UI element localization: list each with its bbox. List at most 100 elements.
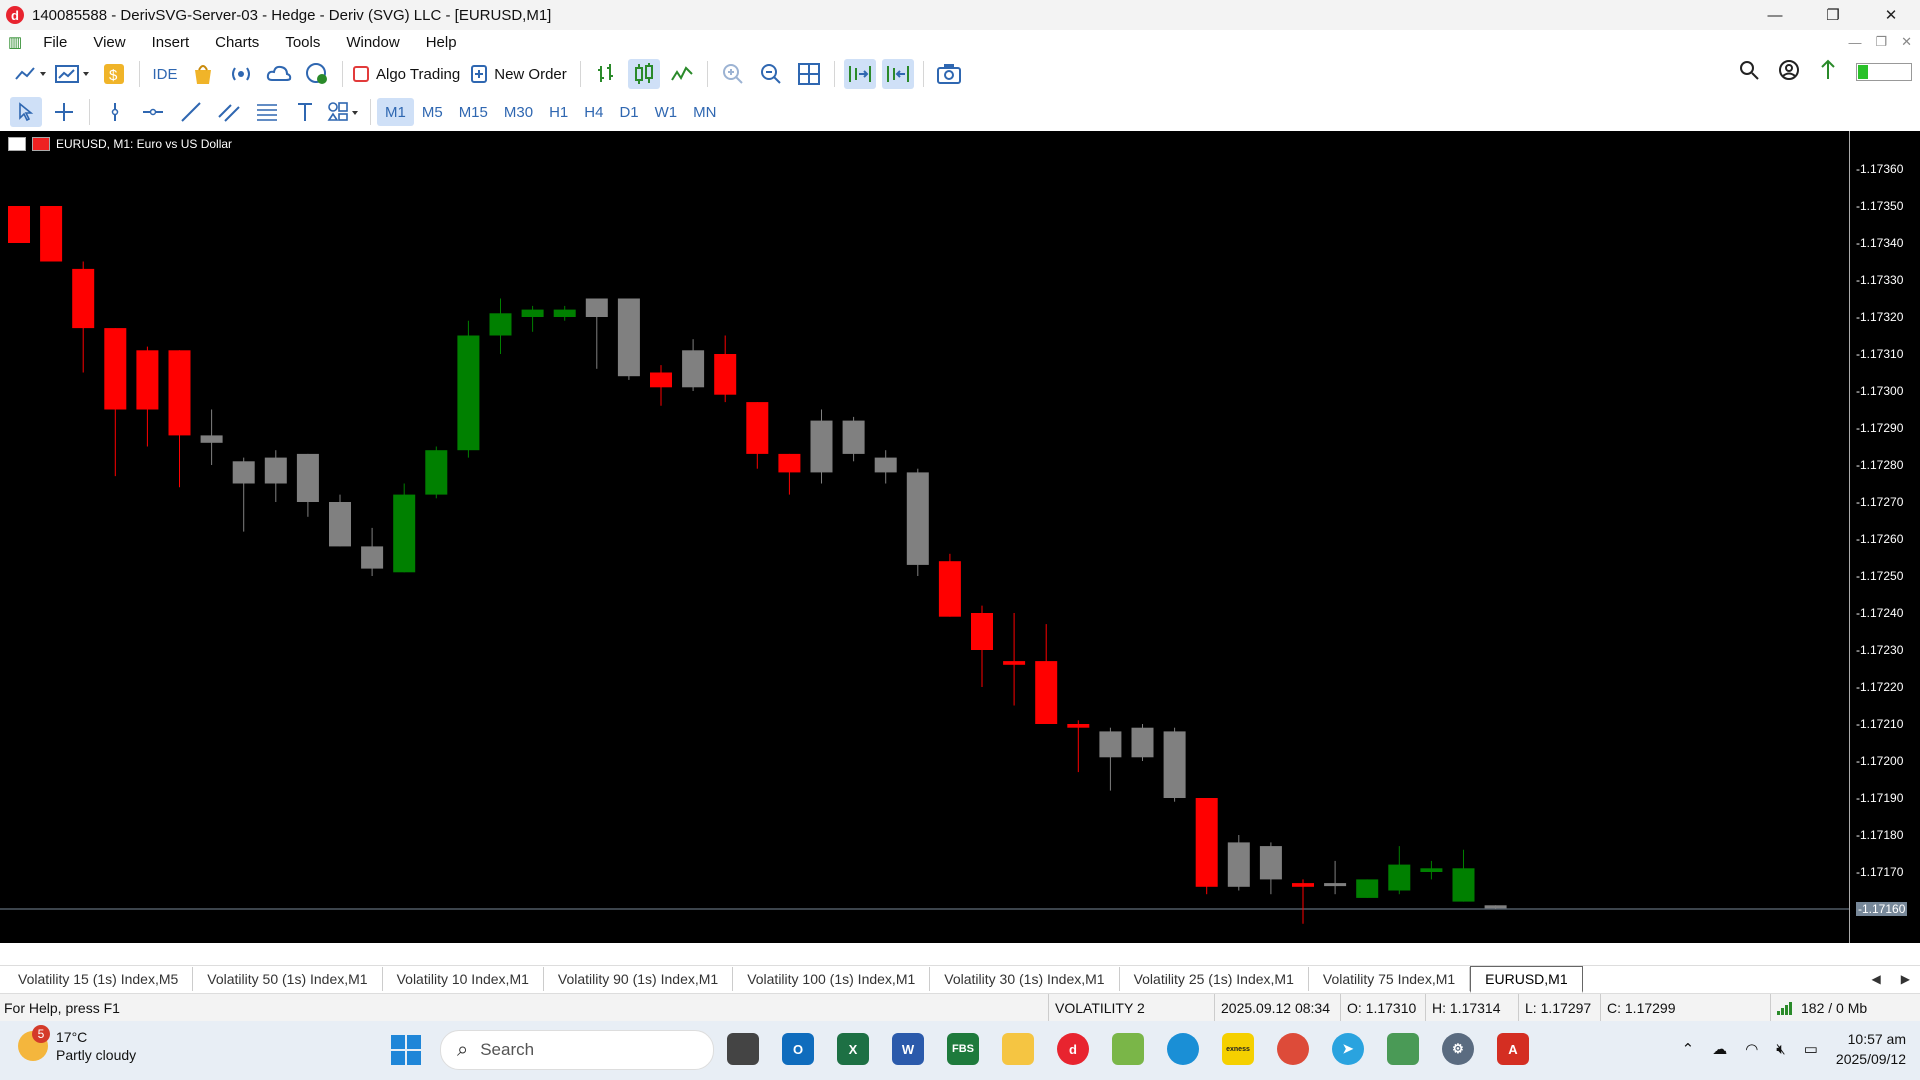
price-chart[interactable]: EURUSD, M1: Euro vs US Dollar -1.17360 -1…	[0, 131, 1920, 959]
vps-icon[interactable]	[263, 59, 295, 89]
word-icon[interactable]: W	[892, 1033, 924, 1065]
auto-scroll-icon[interactable]	[843, 59, 876, 89]
exness-icon[interactable]: exness	[1222, 1033, 1254, 1065]
tab-volatility-90[interactable]: Volatility 90 (1s) Index,M1	[544, 967, 734, 991]
crosshair-icon[interactable]	[48, 97, 80, 127]
menu-view[interactable]: View	[80, 34, 138, 51]
file-explorer-icon[interactable]	[1002, 1033, 1034, 1065]
algo-trading-button[interactable]: Algo Trading	[352, 59, 464, 89]
mdi-close-icon[interactable]: ✕	[1901, 34, 1912, 50]
time-tick-label: 12 Sep 08:32	[641, 945, 713, 959]
bar-chart-icon[interactable]	[590, 59, 622, 89]
connection-strength-bar	[1856, 63, 1912, 81]
deposit-icon[interactable]: $	[98, 59, 130, 89]
chrome-icon[interactable]	[1277, 1033, 1309, 1065]
zoom-out-icon[interactable]	[755, 59, 787, 89]
tab-volatility-25[interactable]: Volatility 25 (1s) Index,M1	[1120, 967, 1309, 991]
mdi-restore-icon[interactable]: ❐	[1875, 34, 1887, 50]
channel-icon[interactable]	[213, 97, 245, 127]
tab-volatility-100[interactable]: Volatility 100 (1s) Index,M1	[733, 967, 931, 991]
menu-tools[interactable]: Tools	[272, 34, 333, 51]
tab-volatility-75[interactable]: Volatility 75 Index,M1	[1309, 967, 1471, 991]
market-icon[interactable]	[187, 59, 219, 89]
candle	[938, 553, 961, 617]
trendline-icon[interactable]	[175, 97, 207, 127]
tab-eurusd[interactable]: EURUSD,M1	[1470, 965, 1583, 993]
community-icon[interactable]	[301, 59, 333, 89]
status-datetime: 2025.09.12 08:34	[1214, 994, 1341, 1022]
status-profile[interactable]: VOLATILITY 2	[1048, 994, 1209, 1022]
candle-body	[457, 335, 480, 451]
tab-next-icon[interactable]: ▶	[1901, 972, 1910, 986]
timeframe-h4[interactable]: H4	[576, 98, 611, 126]
screenshot-icon[interactable]	[933, 59, 965, 89]
tab-prev-icon[interactable]: ◀	[1872, 972, 1881, 986]
chart-shift-icon[interactable]	[881, 59, 914, 89]
timeframe-m5[interactable]: M5	[414, 98, 451, 126]
tab-volatility-30[interactable]: Volatility 30 (1s) Index,M1	[930, 967, 1120, 991]
fibonacci-icon[interactable]	[251, 97, 283, 127]
cursor-icon[interactable]	[10, 97, 42, 127]
taskbar-search[interactable]: ⌕ Search	[440, 1030, 714, 1070]
price-tick-label: -1.17180	[1856, 828, 1904, 842]
timeframe-d1[interactable]: D1	[611, 98, 646, 126]
timeframe-mn[interactable]: MN	[685, 98, 724, 126]
timeframe-m30[interactable]: M30	[496, 98, 541, 126]
chevron-up-icon[interactable]: ⌃	[1682, 1040, 1695, 1058]
outlook-icon[interactable]: O	[782, 1033, 814, 1065]
candlestick-chart-icon[interactable]	[627, 59, 660, 89]
zoom-in-icon[interactable]	[717, 59, 749, 89]
account-icon[interactable]	[1778, 59, 1800, 85]
timeframe-m15[interactable]: M15	[451, 98, 496, 126]
restore-button[interactable]: ❐	[1804, 0, 1862, 30]
vertical-line-icon[interactable]	[99, 97, 131, 127]
close-button[interactable]: ✕	[1862, 0, 1920, 30]
text-tool-icon[interactable]	[289, 97, 321, 127]
timeframe-m1[interactable]: M1	[377, 98, 414, 126]
money-app-icon[interactable]	[1112, 1033, 1144, 1065]
excel-icon[interactable]: X	[837, 1033, 869, 1065]
timeframe-h1[interactable]: H1	[541, 98, 576, 126]
shapes-icon[interactable]	[327, 97, 361, 127]
chart-type-icon[interactable]	[14, 59, 48, 89]
menu-file[interactable]: File	[30, 34, 80, 51]
menu-insert[interactable]: Insert	[139, 34, 203, 51]
status-connection[interactable]: 182 / 0 Mb	[1770, 994, 1917, 1022]
minimize-button[interactable]: —	[1746, 0, 1804, 30]
toolbar-separator	[139, 61, 140, 87]
new-order-button[interactable]: New Order	[470, 59, 571, 89]
status-close: C: 1.17299	[1600, 994, 1687, 1022]
candle	[329, 494, 351, 547]
task-view-icon[interactable]	[727, 1033, 759, 1065]
chart-window-icon[interactable]: ▥	[8, 33, 22, 51]
tab-volatility-15[interactable]: Volatility 15 (1s) Index,M5	[4, 967, 194, 991]
battery-icon[interactable]: ▭	[1804, 1040, 1818, 1058]
fbs-icon[interactable]: FBS	[947, 1033, 979, 1065]
menu-charts[interactable]: Charts	[202, 34, 272, 51]
horizontal-line-icon[interactable]	[137, 97, 169, 127]
tile-windows-icon[interactable]	[793, 59, 825, 89]
onedrive-icon[interactable]: ☁	[1712, 1040, 1727, 1058]
signals-icon[interactable]	[225, 59, 257, 89]
search-icon[interactable]	[1738, 59, 1760, 85]
volume-muted-icon[interactable]: 🔇︎	[1776, 1041, 1785, 1058]
clock[interactable]: 10:57 am 2025/09/12	[1836, 1029, 1906, 1069]
wifi-icon[interactable]: ◠	[1745, 1040, 1758, 1058]
ide-button[interactable]: IDE	[149, 59, 181, 89]
weather-widget[interactable]: 5 17°C Partly cloudy	[18, 1025, 136, 1064]
timeframe-w1[interactable]: W1	[647, 98, 686, 126]
mdi-minimize-icon[interactable]: —	[1848, 35, 1861, 50]
menu-help[interactable]: Help	[413, 34, 470, 51]
deriv-app-icon[interactable]: d	[1057, 1033, 1089, 1065]
settings-icon[interactable]: ⚙	[1442, 1033, 1474, 1065]
menu-window[interactable]: Window	[333, 34, 412, 51]
line-chart-icon[interactable]	[666, 59, 698, 89]
acrobat-icon[interactable]: A	[1497, 1033, 1529, 1065]
edge-icon[interactable]	[1167, 1033, 1199, 1065]
tab-volatility-50[interactable]: Volatility 50 (1s) Index,M1	[193, 967, 383, 991]
tab-volatility-10[interactable]: Volatility 10 Index,M1	[383, 967, 544, 991]
metatrader-icon[interactable]	[1387, 1033, 1419, 1065]
windows-start-icon[interactable]	[391, 1035, 421, 1065]
telegram-icon[interactable]: ➤	[1332, 1033, 1364, 1065]
templates-icon[interactable]	[54, 59, 92, 89]
